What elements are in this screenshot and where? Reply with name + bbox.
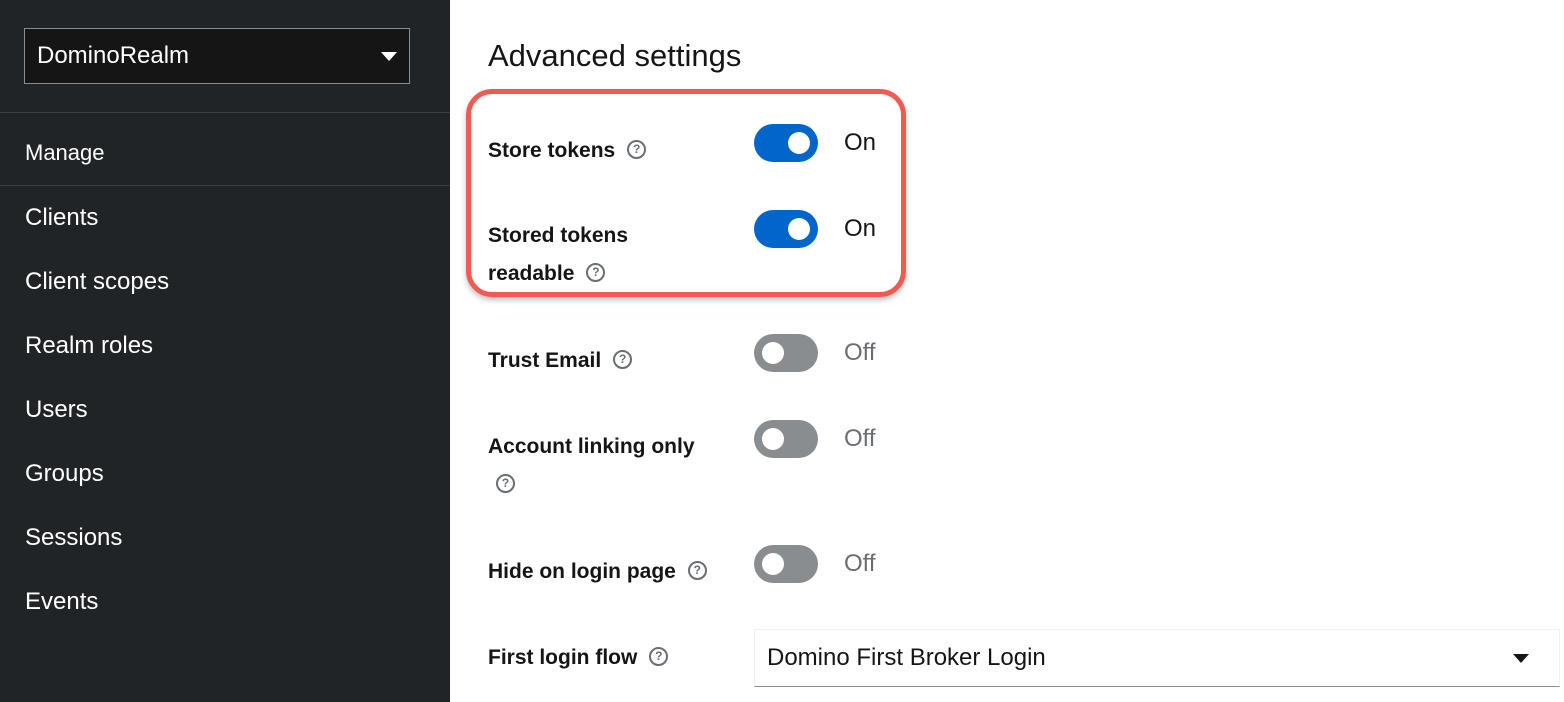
sidebar: DominoRealm Manage Clients Client scopes… <box>0 0 450 702</box>
realm-selector[interactable]: DominoRealm <box>24 28 410 84</box>
toggle-knob <box>762 428 784 450</box>
toggle-state-label: On <box>844 215 877 242</box>
toggle-state-label: Off <box>844 339 876 366</box>
setting-label-text: Trust Email <box>488 349 602 372</box>
setting-label: Trust Email? <box>488 342 738 380</box>
help-icon[interactable]: ? <box>649 646 669 666</box>
help-icon[interactable]: ? <box>613 349 633 369</box>
divider <box>0 112 450 113</box>
toggle-state-label: Off <box>844 550 876 577</box>
setting-label-text: Account linking only <box>488 435 695 458</box>
first-login-flow-value: Domino First Broker Login <box>767 644 1046 671</box>
caret-down-icon <box>381 51 397 61</box>
trust-email-toggle[interactable] <box>754 334 818 372</box>
realm-selector-value: DominoRealm <box>37 42 190 69</box>
sidebar-item-client-scopes[interactable]: Client scopes <box>0 250 450 314</box>
toggle-knob <box>788 218 810 240</box>
setting-label-text: readable <box>488 262 575 285</box>
setting-label-text: Store tokens <box>488 139 616 162</box>
main-content: Advanced settings Store tokens? On Store… <box>450 0 1564 702</box>
sidebar-item-realm-roles[interactable]: Realm roles <box>0 314 450 378</box>
nav-section-title: Manage <box>25 140 105 165</box>
setting-label-text: Hide on login page <box>488 560 676 583</box>
help-icon[interactable]: ? <box>627 139 647 159</box>
toggle-state-label: Off <box>844 425 876 452</box>
sidebar-item-clients[interactable]: Clients <box>0 186 450 250</box>
help-icon[interactable]: ? <box>496 473 515 493</box>
help-icon[interactable]: ? <box>586 262 606 282</box>
caret-down-icon <box>1513 653 1529 663</box>
stored-tokens-readable-toggle[interactable] <box>754 210 818 248</box>
sidebar-item-users[interactable]: Users <box>0 378 450 442</box>
nav-list: Clients Client scopes Realm roles Users … <box>0 186 450 634</box>
sidebar-item-sessions[interactable]: Sessions <box>0 506 450 570</box>
help-icon[interactable]: ? <box>687 560 707 580</box>
setting-label: Hide on login page? <box>488 553 738 591</box>
setting-label-text: First login flow <box>488 646 638 669</box>
toggle-state-label: On <box>844 129 877 156</box>
setting-label: Stored tokens readable? <box>488 217 738 293</box>
setting-label-text: Stored tokens <box>488 224 629 247</box>
sidebar-item-events[interactable]: Events <box>0 570 450 634</box>
store-tokens-toggle[interactable] <box>754 124 818 162</box>
toggle-knob <box>762 553 784 575</box>
first-login-flow-select[interactable]: Domino First Broker Login <box>754 629 1560 687</box>
setting-label: Account linking only ? <box>488 428 738 504</box>
sidebar-item-groups[interactable]: Groups <box>0 442 450 506</box>
toggle-knob <box>788 132 810 154</box>
page-title: Advanced settings <box>488 38 742 73</box>
setting-label: Store tokens? <box>488 132 738 170</box>
hide-on-login-page-toggle[interactable] <box>754 545 818 583</box>
setting-label: First login flow? <box>488 639 738 677</box>
toggle-knob <box>762 342 784 364</box>
account-linking-only-toggle[interactable] <box>754 420 818 458</box>
